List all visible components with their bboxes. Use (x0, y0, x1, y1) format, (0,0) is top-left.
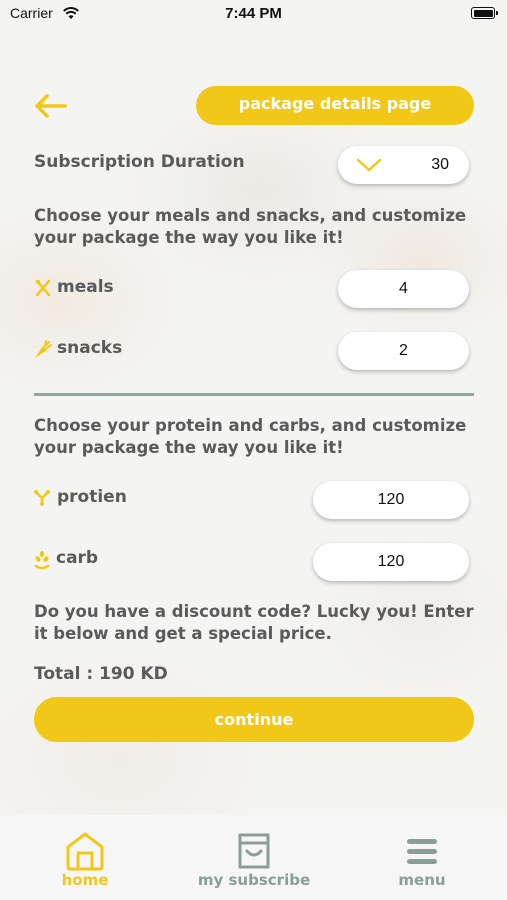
menu-icon (407, 839, 437, 864)
subscription-duration-value: 30 (431, 156, 449, 173)
carrot-icon (33, 340, 53, 364)
subscription-duration-label: Subscription Duration (34, 152, 245, 172)
tab-menu-label: menu (398, 871, 446, 889)
snacks-input[interactable]: 2 (338, 332, 469, 370)
status-bar: Carrier 7:44 PM (0, 0, 507, 30)
section-divider (34, 393, 474, 396)
battery-icon (471, 7, 498, 19)
meals-input[interactable]: 4 (338, 270, 469, 308)
protein-intro-text: Choose your protein and carbs, and custo… (34, 416, 467, 457)
utensils-icon (34, 279, 52, 301)
subscription-duration-select[interactable]: 30 (338, 146, 469, 184)
home-icon (66, 832, 104, 871)
chevron-down-icon (356, 158, 382, 172)
back-button[interactable] (32, 92, 68, 120)
wheat-icon (34, 550, 50, 574)
protein-input[interactable]: 120 (313, 481, 469, 519)
tab-my-subscribe[interactable]: my subscribe (174, 815, 334, 900)
tab-home-label: home (61, 871, 109, 889)
protein-label: protien (57, 487, 127, 507)
page-title: package details page (196, 86, 474, 125)
meals-label: meals (57, 277, 114, 297)
tab-home[interactable]: home (5, 815, 165, 900)
continue-button[interactable]: continue (34, 697, 474, 742)
arrow-left-icon (35, 94, 67, 118)
total-price: Total : 190 KD (34, 664, 168, 684)
tab-my-subscribe-label: my subscribe (197, 871, 311, 889)
shopping-bag-icon (238, 833, 270, 869)
status-time: 7:44 PM (225, 5, 282, 22)
bottom-tab-bar: home my subscribe menu (0, 815, 507, 900)
carb-label: carb (56, 548, 99, 568)
protein-icon (33, 489, 51, 511)
discount-text: Do you have a discount code? Lucky you! … (34, 602, 474, 643)
meals-intro-text: Choose your meals and snacks, and custom… (34, 206, 467, 247)
tab-menu[interactable]: menu (342, 815, 502, 900)
carb-input[interactable]: 120 (313, 543, 469, 581)
snacks-label: snacks (57, 338, 123, 358)
